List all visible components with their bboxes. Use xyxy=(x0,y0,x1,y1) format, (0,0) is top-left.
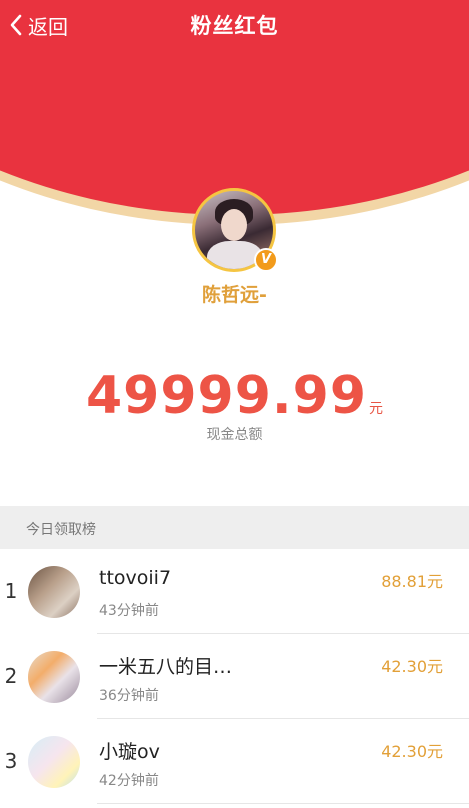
leaderboard-row[interactable]: 1 ttovoii7 43分钟前 88.81元 xyxy=(0,549,469,634)
sender-avatar-wrap[interactable]: V xyxy=(192,188,278,272)
total-amount: 49999.99 xyxy=(85,366,368,426)
claim-amount: 42.30元 xyxy=(381,742,443,761)
total-amount-unit: 元 xyxy=(369,401,384,417)
sender-name[interactable]: 陈哲远- xyxy=(0,280,469,307)
claim-time: 43分钟前 xyxy=(99,603,159,619)
user-name: 小璇ov xyxy=(99,741,160,763)
page-title: 粉丝红包 xyxy=(190,14,279,38)
claim-amount: 42.30元 xyxy=(381,657,443,676)
user-name: 一米五八的目… xyxy=(99,656,233,678)
claim-time: 36分钟前 xyxy=(99,688,159,704)
user-avatar[interactable] xyxy=(28,651,80,703)
user-avatar[interactable] xyxy=(28,566,80,618)
verified-badge-icon: V xyxy=(254,248,278,272)
total-amount-label: 现金总额 xyxy=(206,427,263,443)
rank-number: 2 xyxy=(4,664,18,688)
claim-time: 42分钟前 xyxy=(99,773,159,789)
total-amount-row: 49999.99 元 xyxy=(0,366,469,426)
rank-number: 3 xyxy=(4,749,18,773)
leaderboard-row[interactable]: 3 小璇ov 42分钟前 42.30元 xyxy=(0,719,469,804)
top-bar: 返回 粉丝红包 xyxy=(0,0,469,50)
rank-number: 1 xyxy=(4,579,18,603)
user-avatar[interactable] xyxy=(28,736,80,788)
claim-amount: 88.81元 xyxy=(381,572,443,591)
user-name: ttovoii7 xyxy=(99,567,172,589)
leaderboard-header: 今日领取榜 xyxy=(0,506,469,549)
leaderboard-row[interactable]: 2 一米五八的目… 36分钟前 42.30元 xyxy=(0,634,469,719)
leaderboard-title: 今日领取榜 xyxy=(26,522,96,538)
row-divider xyxy=(97,803,469,804)
